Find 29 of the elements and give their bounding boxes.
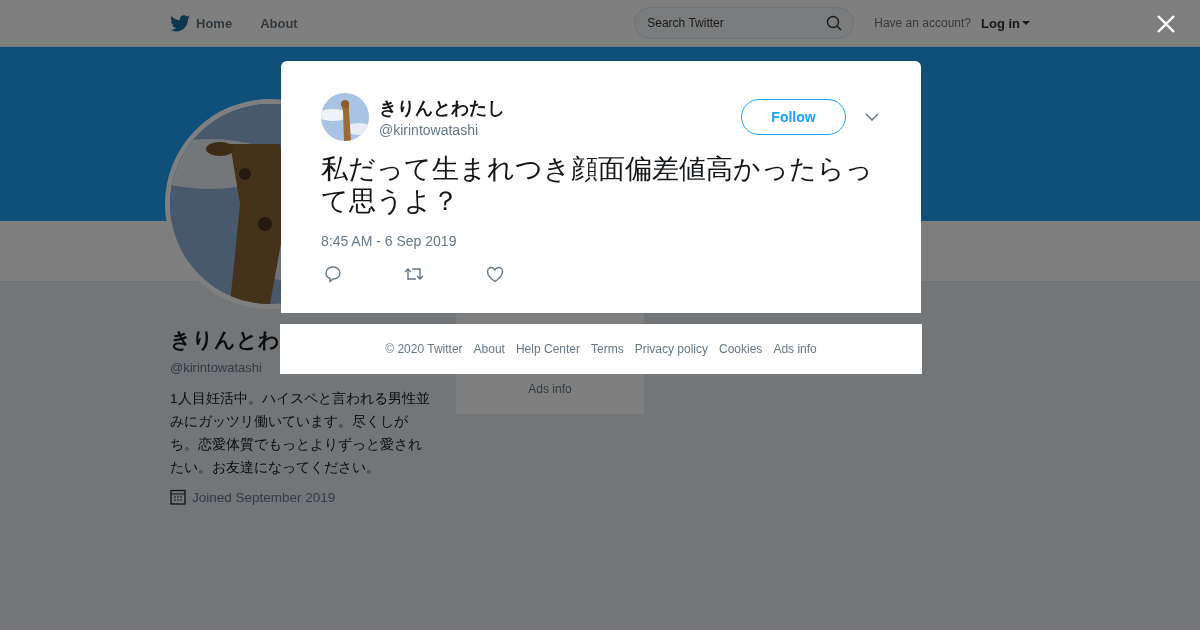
footer-link[interactable]: Privacy policy [634,342,708,356]
login-link[interactable]: Log in [981,15,1030,31]
profile-name: きりんとわ [170,327,280,353]
retweet-icon[interactable] [404,266,424,282]
joined-date: Joined September 2019 [192,489,336,505]
footer-link[interactable]: Help Center [515,342,580,356]
author-name: きりんとわたし [379,97,506,120]
calendar-icon [170,489,186,505]
footer-link[interactable]: About [473,342,505,356]
profile-bio: 1人目妊活中。ハイスペと言われる男性並みにガッツリ働いています。尽くしがち。恋愛体質でもっとよりずっと愛されたい。お友達になってください。 [170,390,431,477]
footer-link[interactable]: Ads info [773,342,817,356]
bird-icon [170,14,190,32]
account-prompt: Have an account? [874,16,971,30]
footer-link[interactable]: Terms [591,342,624,356]
search-icon [826,15,843,31]
profile-handle: @kirintowatashi [170,360,263,375]
tweet-text: 私だって生まれつき顔面偏差値高かったらって思うよ？ [321,153,874,217]
copyright-text: © 2020 Twitter [385,342,463,356]
caret-icon [1022,21,1030,25]
chevron-down-icon[interactable] [865,113,879,121]
footer-link[interactable]: Cookies [719,342,763,356]
ads-info-link[interactable]: Ads info [528,382,572,396]
author-handle: @kirintowatashi [379,122,480,138]
nav-link[interactable]: About [260,15,298,31]
search-field[interactable]: Search Twitter [634,7,855,39]
close-icon[interactable] [1157,15,1175,33]
follow-button[interactable]: Follow [741,99,846,135]
nav-link[interactable]: Home [170,14,233,32]
heart-icon[interactable] [486,265,504,283]
